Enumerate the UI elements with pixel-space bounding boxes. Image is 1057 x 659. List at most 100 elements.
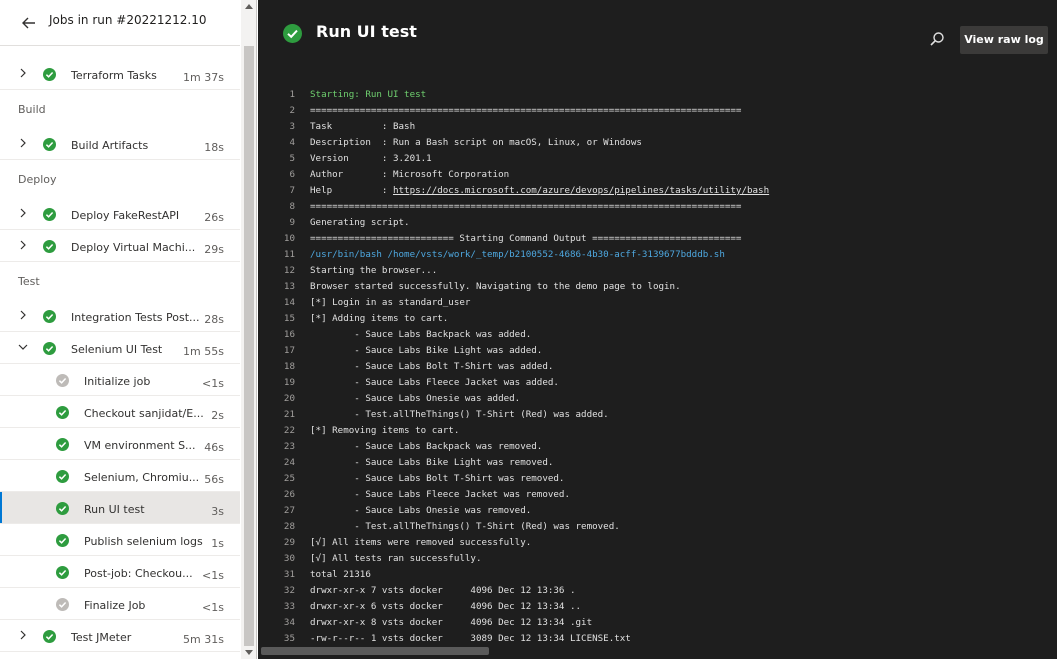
log-line-number: 21 [283, 409, 295, 420]
job-row[interactable]: Terraform Tasks 1m 37s [0, 58, 240, 90]
step-row[interactable]: VM environment S... 46s [0, 428, 240, 460]
log-line-number: 29 [283, 537, 295, 548]
log-line-number: 5 [289, 153, 295, 164]
log-line-text: - Sauce Labs Bike Light was removed. [310, 457, 554, 468]
log-line-text: total 21316 [310, 569, 371, 580]
log-line-number: 32 [283, 585, 295, 596]
log-line: 6 Author : Microsoft Corporation [258, 167, 1057, 183]
log-line: 8 =======================================… [258, 199, 1057, 215]
step-duration: 2s [211, 409, 224, 422]
step-duration: <1s [202, 601, 224, 614]
search-icon[interactable] [929, 31, 945, 47]
log-line: 27 - Sauce Labs Onesie was removed. [258, 503, 1057, 519]
step-label: VM environment S... [84, 439, 196, 452]
log-line-text: - Sauce Labs Onesie was removed. [310, 505, 532, 516]
task-title: Run UI test [316, 22, 417, 41]
step-label: Post-job: Checkou... [84, 567, 193, 580]
scrollbar-thumb[interactable] [244, 46, 254, 646]
job-duration: 29s [204, 243, 224, 256]
log-line: 34 drwxr-xr-x 8 vsts docker 4096 Dec 12 1… [258, 615, 1057, 631]
job-list: Terraform Tasks 1m 37s Build Build Artifact… [0, 58, 240, 652]
view-raw-log-button[interactable]: View raw log [960, 26, 1048, 54]
job-duration: 1m 55s [183, 345, 224, 358]
log-line-number: 26 [283, 489, 295, 500]
log-line-text: Starting: Run UI test [310, 89, 427, 100]
log-line: 7 Help : https://docs.microsoft.com/azure… [258, 183, 1057, 199]
log-line: 5 Version : 3.201.1 [258, 151, 1057, 167]
log-line-number: 12 [283, 265, 295, 276]
success-status-icon [56, 406, 69, 419]
chevron-down-icon[interactable] [18, 342, 28, 352]
job-row[interactable]: Build Artifacts 18s [0, 128, 240, 160]
job-duration: 5m 31s [183, 633, 224, 646]
job-row[interactable]: Deploy FakeRestAPI 26s [0, 198, 240, 230]
log-horizontal-scrollbar[interactable] [258, 645, 1057, 659]
job-row[interactable]: Test JMeter 5m 31s [0, 620, 240, 652]
log-line: 14 [*] Login in as standard_user [258, 295, 1057, 311]
log-line-text: - Sauce Labs Bolt T-Shirt was removed. [310, 473, 565, 484]
log-line-number: 4 [289, 137, 295, 148]
log-line: 23 - Sauce Labs Backpack was removed. [258, 439, 1057, 455]
log-line-number: 25 [283, 473, 295, 484]
log-line: 1 Starting: Run UI test [258, 87, 1057, 103]
log-line-text: [*] Removing items to cart. [310, 425, 460, 436]
log-line: 31 total 21316 [258, 567, 1057, 583]
step-row[interactable]: Checkout sanjidat/E... 2s [0, 396, 240, 428]
success-status-icon [43, 68, 56, 81]
log-line-text: ========================================… [310, 105, 742, 116]
chevron-right-icon[interactable] [18, 208, 28, 218]
log-line-text: - Test.allTheThings() T-Shirt (Red) was … [310, 521, 620, 532]
log-panel: Run UI test View raw log 1 Starting: Run … [258, 0, 1057, 659]
stage-section: Test [0, 262, 240, 300]
step-row[interactable]: Run UI test 3s [0, 492, 240, 524]
log-line-text: Description : Run a Bash script on macOS… [310, 137, 642, 148]
log-line-text[interactable]: Help : https://docs.microsoft.com/azure/… [310, 183, 769, 199]
job-row[interactable]: Integration Tests Post... 28s [0, 300, 240, 332]
skipped-status-icon [56, 374, 69, 387]
log-line: 19 - Sauce Labs Fleece Jacket was added. [258, 375, 1057, 391]
log-line-text: - Sauce Labs Bike Light was added. [310, 345, 543, 356]
success-status-icon [43, 240, 56, 253]
log-line-number: 24 [283, 457, 295, 468]
jobs-panel: Jobs in run #20221212.10 Terraform Tasks… [0, 0, 257, 659]
stage-section: Deploy [0, 160, 240, 198]
chevron-right-icon[interactable] [18, 630, 28, 640]
chevron-right-icon[interactable] [18, 68, 28, 78]
success-status-icon [56, 470, 69, 483]
job-row[interactable]: Deploy Virtual Machi... 29s [0, 230, 240, 262]
jobs-panel-scrollbar[interactable] [241, 0, 256, 659]
back-arrow-icon[interactable] [18, 12, 40, 34]
log-line-number: 18 [283, 361, 295, 372]
step-row[interactable]: Selenium, Chromiu... 56s [0, 460, 240, 492]
log-line-text: ========================================… [310, 201, 742, 212]
scroll-down-icon[interactable] [245, 650, 253, 655]
step-row[interactable]: Initialize job <1s [0, 364, 240, 396]
log-line-number: 17 [283, 345, 295, 356]
step-label: Run UI test [84, 503, 145, 516]
skipped-status-icon [56, 598, 69, 611]
chevron-right-icon[interactable] [18, 138, 28, 148]
step-row[interactable]: Post-job: Checkou... <1s [0, 556, 240, 588]
step-label: Selenium, Chromiu... [84, 471, 200, 484]
step-label: Publish selenium logs [84, 535, 203, 548]
scroll-up-icon[interactable] [245, 4, 253, 9]
scrollbar-thumb[interactable] [261, 647, 489, 655]
success-status-icon [283, 24, 302, 43]
step-row[interactable]: Finalize Job <1s [0, 588, 240, 620]
job-row[interactable]: Selenium UI Test 1m 55s [0, 332, 240, 364]
log-line-number: 3 [289, 121, 295, 132]
stage-section-label: Build [18, 103, 46, 116]
log-line-number: 15 [283, 313, 295, 324]
log-line: 12 Starting the browser... [258, 263, 1057, 279]
log-line-number: 20 [283, 393, 295, 404]
stage-section-label: Deploy [18, 173, 57, 186]
log-line-text: - Sauce Labs Fleece Jacket was removed. [310, 489, 570, 500]
step-duration: <1s [202, 569, 224, 582]
chevron-right-icon[interactable] [18, 240, 28, 250]
log-line-text: - Sauce Labs Fleece Jacket was added. [310, 377, 559, 388]
log-line-number: 14 [283, 297, 295, 308]
help-link[interactable]: https://docs.microsoft.com/azure/devops/… [393, 185, 769, 196]
step-row[interactable]: Publish selenium logs 1s [0, 524, 240, 556]
log-line-text: Task : Bash [310, 121, 416, 132]
chevron-right-icon[interactable] [18, 310, 28, 320]
